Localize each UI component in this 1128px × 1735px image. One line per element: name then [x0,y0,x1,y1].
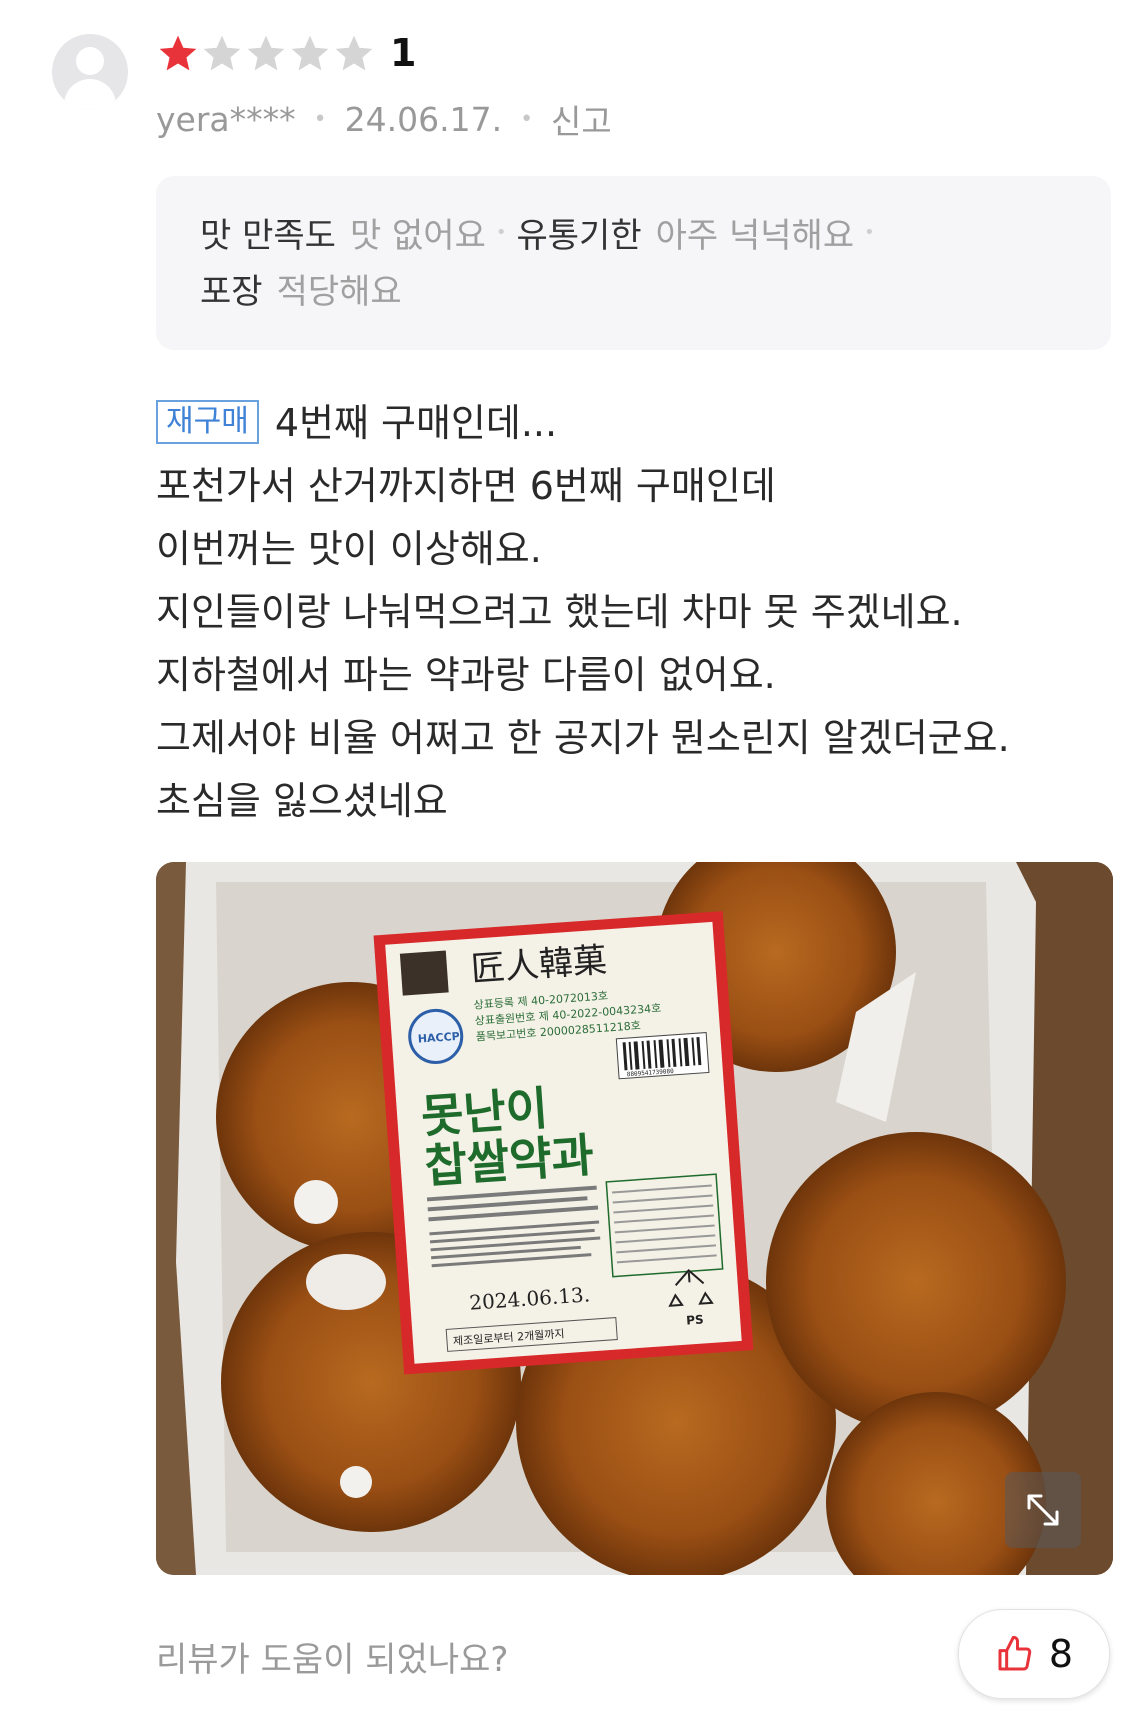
separator-dot: • [864,222,875,243]
expand-arrows-icon [1027,1494,1059,1526]
star-filled-icon [159,35,197,71]
packaging-value: 적당해요 [276,272,402,312]
product-label: 匠人韓菓 상표등록 제 40-2072013호 상표출원번호 제 40-2022… [373,911,754,1375]
packaging-label: 포장 [200,272,263,312]
review-criteria-box: 맛 만족도 맛 없어요 • 유통기한 아주 넉넉해요 • 포장 적당해요 [156,176,1111,350]
review-line: 지하철에서 파는 약과랑 다름이 없어요. [156,653,776,697]
taste-value: 맛 없어요 [349,216,486,256]
avatar [52,34,128,110]
review-meta: yera**** • 24.06.17. • 신고 [156,95,612,143]
expiry-label: 유통기한 [516,216,642,256]
star-empty-icon [291,35,329,71]
review-line: 이번꺼는 맛이 이상해요. [156,527,542,571]
recycle-mark: PS [686,1312,704,1327]
review-date: 24.06.17. [344,99,503,139]
rating-value: 1 [390,31,417,75]
expiry-value: 아주 넉넉해요 [655,216,855,256]
star-empty-icon [247,35,285,71]
star-empty-icon [335,35,373,71]
review-photo[interactable]: 匠人韓菓 상표등록 제 40-2072013호 상표출원번호 제 40-2022… [156,862,1113,1575]
report-link[interactable]: 신고 [551,95,612,143]
expand-photo-button[interactable] [1005,1472,1081,1548]
avatar-head-shape [76,47,104,75]
review-line: 그제서야 비율 어쩌고 한 공지가 뭔소린지 알겠더군요. [156,716,1010,760]
review-line: 초심을 잃으셨네요 [156,779,448,823]
avatar-body-shape [64,79,116,110]
star-empty-icon [203,35,241,71]
separator-dot: • [520,106,534,132]
criteria-line-1: 맛 만족도 맛 없어요 • 유통기한 아주 넉넉해요 • [200,208,885,257]
review-line: 재구매 4번째 구매인데... [156,392,1116,455]
helpful-like-button[interactable]: 8 [958,1609,1110,1699]
star-rating [156,32,376,76]
review-line: 지인들이랑 나눠먹으려고 했는데 차마 못 주겠네요. [156,590,963,634]
review-line: 포천가서 산거까지하면 6번째 구매인데 [156,464,776,508]
review-line-text: 4번째 구매인데... [274,401,558,445]
repurchase-badge: 재구매 [156,399,259,444]
thumbs-up-icon [998,1635,1032,1671]
review-body: 재구매 4번째 구매인데... 포천가서 산거까지하면 6번째 구매인데 이번꺼는… [156,392,1116,833]
helpful-count: 8 [1048,1632,1074,1676]
separator-dot: • [495,222,507,243]
product-photo-illustration: 匠人韓菓 상표등록 제 40-2072013호 상표출원번호 제 40-2022… [156,862,1113,1575]
helpful-question: 리뷰가 도움이 되었나요? [156,1640,509,1680]
separator-dot: • [313,106,327,132]
criteria-line-2: 포장 적당해요 [200,264,402,313]
author-name: yera**** [156,99,296,139]
taste-label: 맛 만족도 [200,216,336,256]
